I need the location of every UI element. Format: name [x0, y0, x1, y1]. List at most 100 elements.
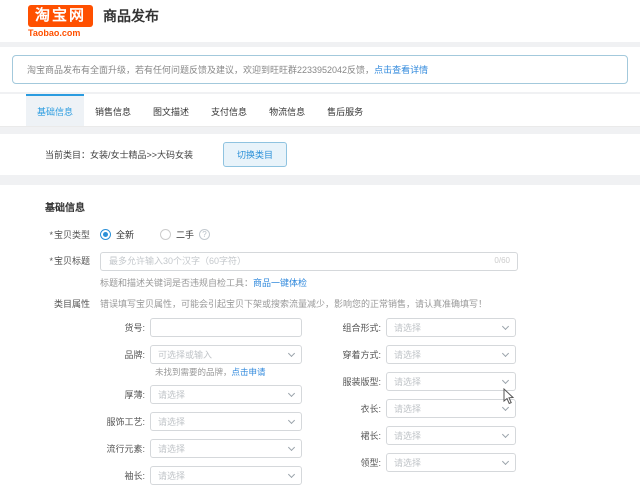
form-tabs: 基础信息 销售信息 图文描述 支付信息 物流信息 售后服务 — [0, 94, 640, 127]
radio-new-label[interactable]: 全新 — [116, 228, 134, 241]
item-number-input[interactable] — [150, 318, 302, 337]
garment-length-select-value: 请选择 — [394, 402, 421, 415]
wearing-style-label: 穿着方式: — [302, 348, 386, 361]
chevron-down-icon — [502, 430, 509, 437]
tab-logistics-info[interactable]: 物流信息 — [258, 94, 316, 126]
tab-description[interactable]: 图文描述 — [142, 94, 200, 126]
notice-detail-link[interactable]: 点击查看详情 — [374, 65, 428, 75]
combo-form-select-value: 请选择 — [394, 321, 421, 334]
item-title-label: *宝贝标题 — [0, 254, 90, 267]
help-icon[interactable]: ? — [199, 229, 210, 240]
chevron-down-icon — [502, 322, 509, 329]
collar-type-select-value: 请选择 — [394, 456, 421, 469]
radio-used-icon[interactable] — [160, 229, 171, 240]
tab-payment-info[interactable]: 支付信息 — [200, 94, 258, 126]
trend-element-label: 流行元素: — [0, 442, 150, 455]
sleeve-length-label: 袖长: — [0, 469, 150, 482]
field-row-wearing-style: 穿着方式: 请选择 — [302, 345, 516, 364]
field-row-item-number: 货号: — [0, 318, 302, 338]
field-row-thickness: 厚薄: 请选择 — [0, 385, 302, 404]
attributes-col-left: 货号: 品牌: 可选择或输入 未找到需要的品牌，点击申请 厚薄: — [0, 318, 302, 493]
brand-select[interactable]: 可选择或输入 — [150, 345, 302, 364]
section-title: 基础信息 — [45, 199, 640, 214]
page-title: 商品发布 — [103, 6, 159, 26]
title-check-hint: 标题和描述关键词是否违规自检工具：商品一键体检 — [100, 276, 640, 289]
chevron-down-icon — [288, 417, 295, 424]
field-row-skirt-length: 裙长: 请选择 — [302, 426, 516, 445]
craft-select[interactable]: 请选择 — [150, 412, 302, 431]
field-row-brand: 品牌: 可选择或输入 — [0, 345, 302, 364]
skirt-length-select[interactable]: 请选择 — [386, 426, 516, 445]
notice-text: 淘宝商品发布有全面升级，若有任何问题反馈及建议，欢迎到旺旺群2233952042… — [27, 65, 374, 75]
chevron-down-icon — [288, 471, 295, 478]
brand-apply-link[interactable]: 点击申请 — [232, 367, 266, 377]
combo-form-label: 组合形式: — [302, 321, 386, 334]
craft-select-value: 请选择 — [158, 415, 185, 428]
item-type-options: 全新 二手 ? — [100, 228, 210, 241]
skirt-length-select-value: 请选择 — [394, 429, 421, 442]
chevron-down-icon — [502, 349, 509, 356]
tab-sales-info[interactable]: 销售信息 — [84, 94, 142, 126]
required-mark: * — [49, 230, 53, 240]
category-bar: 当前类目：女装/女士精品>>大码女装 切换类目 — [0, 134, 640, 175]
field-row-craft: 服饰工艺: 请选择 — [0, 412, 302, 431]
item-type-row: *宝贝类型 全新 二手 ? — [0, 228, 640, 241]
taobao-logo[interactable]: 淘宝网 Taobao.com — [28, 5, 93, 38]
switch-category-button[interactable]: 切换类目 — [223, 142, 287, 167]
chevron-down-icon — [288, 350, 295, 357]
collar-type-label: 领型: — [302, 456, 386, 469]
garment-length-label: 衣长: — [302, 402, 386, 415]
tab-basic-info[interactable]: 基础信息 — [26, 94, 84, 126]
item-type-label-text: 宝贝类型 — [54, 230, 90, 240]
title-check-hint-text: 标题和描述关键词是否违规自检工具： — [100, 278, 253, 288]
category-attrs-row: 类目属性 错误填写宝贝属性，可能会引起宝贝下架或搜索流量减少，影响您的正常销售，… — [0, 297, 640, 310]
thickness-select[interactable]: 请选择 — [150, 385, 302, 404]
thickness-label: 厚薄: — [0, 388, 150, 401]
notice-banner: 淘宝商品发布有全面升级，若有任何问题反馈及建议，欢迎到旺旺群2233952042… — [12, 55, 628, 84]
chevron-down-icon — [288, 390, 295, 397]
item-number-label: 货号: — [0, 321, 150, 334]
wearing-style-select[interactable]: 请选择 — [386, 345, 516, 364]
wearing-style-select-value: 请选择 — [394, 348, 421, 361]
item-title-row: *宝贝标题 0/60 — [0, 251, 640, 271]
craft-label: 服饰工艺: — [0, 415, 150, 428]
basic-info-panel: 基础信息 *宝贝类型 全新 二手 ? *宝贝标题 0/60 标题和描述关键词是否… — [0, 185, 640, 493]
item-type-label: *宝贝类型 — [0, 228, 90, 241]
brand-hint-text: 未找到需要的品牌， — [155, 367, 232, 377]
trend-element-select-value: 请选择 — [158, 442, 185, 455]
garment-length-select[interactable]: 请选择 — [386, 399, 516, 418]
clothing-cut-select[interactable]: 请选择 — [386, 372, 516, 391]
clothing-cut-select-value: 请选择 — [394, 375, 421, 388]
taobao-logo-domain: Taobao.com — [28, 28, 93, 38]
chevron-down-icon — [502, 457, 509, 464]
combo-form-select[interactable]: 请选择 — [386, 318, 516, 337]
field-row-clothing-cut: 服装版型: 请选择 — [302, 372, 516, 391]
field-row-trend-element: 流行元素: 请选择 — [0, 439, 302, 458]
tab-after-sales[interactable]: 售后服务 — [316, 94, 374, 126]
required-mark: * — [49, 256, 53, 266]
item-title-field: 0/60 — [100, 251, 518, 271]
title-check-link[interactable]: 商品一键体检 — [253, 278, 307, 288]
item-title-input[interactable] — [100, 252, 518, 271]
field-row-sleeve-length: 袖长: 请选择 — [0, 466, 302, 485]
notice-section: 淘宝商品发布有全面升级，若有任何问题反馈及建议，欢迎到旺旺群2233952042… — [0, 47, 640, 92]
field-row-collar-type: 领型: 请选择 — [302, 453, 516, 472]
char-counter: 0/60 — [494, 256, 510, 265]
chevron-down-icon — [502, 403, 509, 410]
skirt-length-label: 裙长: — [302, 429, 386, 442]
category-attrs-label: 类目属性 — [0, 297, 90, 310]
item-title-label-text: 宝贝标题 — [54, 256, 90, 266]
brand-select-value: 可选择或输入 — [158, 348, 212, 361]
trend-element-select[interactable]: 请选择 — [150, 439, 302, 458]
chevron-down-icon — [288, 444, 295, 451]
attributes-col-right: 组合形式: 请选择 穿着方式: 请选择 服装版型: — [302, 318, 516, 480]
collar-type-select[interactable]: 请选择 — [386, 453, 516, 472]
radio-new-icon[interactable] — [100, 229, 111, 240]
sleeve-length-select[interactable]: 请选择 — [150, 466, 302, 485]
radio-used-label[interactable]: 二手 — [176, 228, 194, 241]
chevron-down-icon — [502, 376, 509, 383]
current-category-label: 当前类目：女装/女士精品>>大码女装 — [45, 148, 193, 161]
thickness-select-value: 请选择 — [158, 388, 185, 401]
brand-hint: 未找到需要的品牌，点击申请 — [155, 366, 302, 378]
category-attrs-warning: 错误填写宝贝属性，可能会引起宝贝下架或搜索流量减少，影响您的正常销售，请认真准确… — [100, 297, 487, 310]
